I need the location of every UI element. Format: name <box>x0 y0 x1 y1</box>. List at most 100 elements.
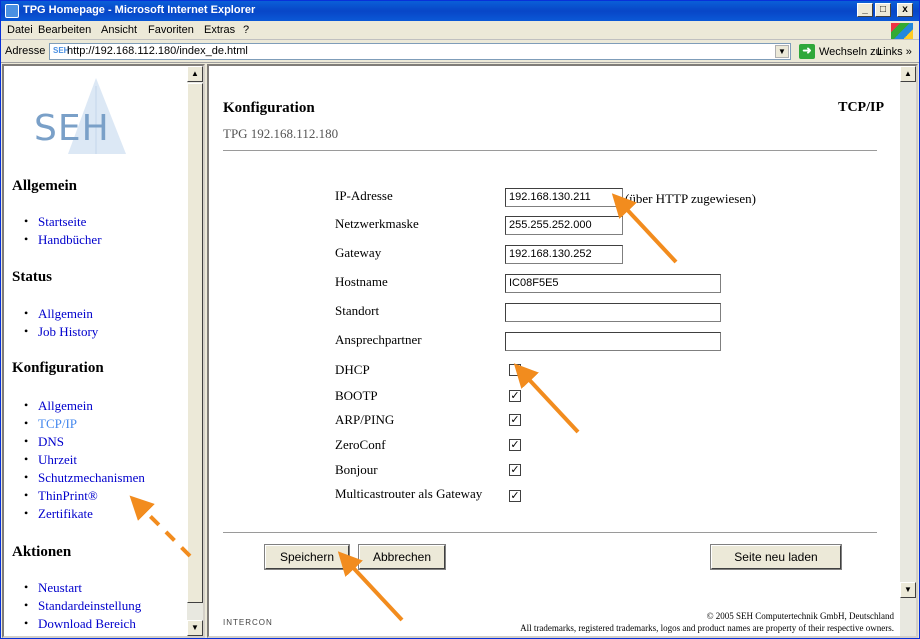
bullet-icon: • <box>24 506 29 520</box>
nav-link-dns[interactable]: DNS <box>38 434 64 450</box>
nav-section-allgemein: Allgemein <box>12 178 77 194</box>
nav-section-status: Status <box>12 269 53 285</box>
page-subtitle: TPG 192.168.112.180 <box>223 126 339 141</box>
address-dropdown-icon[interactable]: ▼ <box>775 45 789 58</box>
windows-logo-icon <box>891 23 913 39</box>
scroll-down-icon[interactable]: ▼ <box>187 620 203 636</box>
netmask-label: Netzwerkmaske <box>335 216 419 231</box>
nav-link-schutzmechanismen[interactable]: Schutzmechanismen <box>38 470 145 486</box>
cancel-button[interactable]: Abbrechen <box>358 544 446 570</box>
navigation-frame: SEH Allgemein • Startseite • Handbücher … <box>2 64 205 638</box>
ansprechpartner-label: Ansprechpartner <box>335 332 422 347</box>
scroll-up-icon[interactable]: ▲ <box>187 66 203 82</box>
bullet-icon: • <box>24 452 29 466</box>
menu-bearbeiten[interactable]: Bearbeiten <box>38 24 91 36</box>
nav-link-neustart[interactable]: Neustart <box>38 580 82 596</box>
ie-icon <box>5 4 19 18</box>
menu-extras[interactable]: Extras <box>204 24 235 36</box>
footer-copyright: © 2005 SEH Computertechnik GmbH, Deutsch… <box>706 611 894 621</box>
maximize-button[interactable]: □ <box>875 3 891 17</box>
hostname-input[interactable]: IC08F5E5 <box>505 274 721 293</box>
scroll-thumb[interactable] <box>187 83 203 603</box>
gateway-input[interactable]: 192.168.130.252 <box>505 245 623 264</box>
bullet-icon: • <box>24 580 29 594</box>
bullet-icon: • <box>24 470 29 484</box>
nav-link-download-bereich[interactable]: Download Bereich <box>38 616 136 632</box>
ip-address-label: IP-Adresse <box>335 188 393 203</box>
bullet-icon: • <box>24 416 29 430</box>
nav-link-zertifikate[interactable]: Zertifikate <box>38 506 93 522</box>
save-button[interactable]: Speichern <box>264 544 350 570</box>
bullet-icon: • <box>24 488 29 502</box>
page-title: Konfiguration <box>223 100 315 116</box>
bullet-icon: • <box>24 616 29 630</box>
bullet-icon: • <box>24 398 29 412</box>
nav-link-job-history[interactable]: Job History <box>38 324 98 340</box>
page-section-label: TCP/IP <box>838 100 884 115</box>
menu-datei[interactable]: Datei <box>7 24 33 36</box>
bullet-icon: • <box>24 306 29 320</box>
title-bar: TPG Homepage - Microsoft Internet Explor… <box>1 1 919 21</box>
multicastrouter-checkbox[interactable]: ✓ <box>509 490 521 502</box>
dhcp-checkbox[interactable] <box>509 364 521 376</box>
zeroconf-checkbox[interactable]: ✓ <box>509 439 521 451</box>
bootp-label: BOOTP <box>335 388 378 403</box>
nav-link-uhrzeit[interactable]: Uhrzeit <box>38 452 77 468</box>
ansprechpartner-input[interactable] <box>505 332 721 351</box>
bonjour-label: Bonjour <box>335 462 378 477</box>
nav-link-konfig-allgemein[interactable]: Allgemein <box>38 398 93 414</box>
zeroconf-label: ZeroConf <box>335 437 386 452</box>
links-button[interactable]: Links » <box>877 46 912 58</box>
bullet-icon: • <box>24 214 29 228</box>
netmask-input[interactable]: 255.255.252.000 <box>505 216 623 235</box>
footer-trademark: All trademarks, registered trademarks, l… <box>520 623 894 633</box>
bullet-icon: • <box>24 598 29 612</box>
arp-ping-label: ARP/PING <box>335 412 395 427</box>
divider <box>223 532 877 534</box>
content-frame: Konfiguration TPG 192.168.112.180 TCP/IP… <box>207 64 918 638</box>
bootp-checkbox[interactable]: ✓ <box>509 390 521 402</box>
nav-section-aktionen: Aktionen <box>12 544 72 560</box>
window-title: TPG Homepage - Microsoft Internet Explor… <box>23 4 256 16</box>
address-url: http://192.168.112.180/index_de.html <box>67 45 248 57</box>
ip-address-input[interactable]: 192.168.130.211 <box>505 188 623 207</box>
nav-section-konfiguration: Konfiguration <box>12 360 104 376</box>
intercon-logo: INTERCON <box>223 618 273 627</box>
go-arrow-icon[interactable]: ➜ <box>799 44 815 59</box>
nav-link-thinprint[interactable]: ThinPrint® <box>38 488 98 504</box>
nav-link-standardeinstellung[interactable]: Standardeinstellung <box>38 598 141 614</box>
nav-link-startseite[interactable]: Startseite <box>38 214 86 230</box>
hostname-label: Hostname <box>335 274 388 289</box>
dhcp-label: DHCP <box>335 362 370 377</box>
address-input[interactable]: SEH http://192.168.112.180/index_de.html… <box>49 43 791 60</box>
bullet-icon: • <box>24 232 29 246</box>
gateway-label: Gateway <box>335 245 382 260</box>
reload-button[interactable]: Seite neu laden <box>710 544 842 570</box>
bullet-icon: • <box>24 324 29 338</box>
scroll-down-icon[interactable]: ▼ <box>900 582 916 598</box>
bullet-icon: • <box>24 434 29 448</box>
standort-input[interactable] <box>505 303 721 322</box>
menu-help[interactable]: ? <box>243 24 249 36</box>
divider <box>223 150 877 152</box>
nav-link-tcpip[interactable]: TCP/IP <box>38 416 77 432</box>
arp-ping-checkbox[interactable]: ✓ <box>509 414 521 426</box>
go-button[interactable]: Wechseln zu <box>819 46 882 58</box>
address-bar: Adresse SEH http://192.168.112.180/index… <box>1 41 919 63</box>
scroll-up-icon[interactable]: ▲ <box>900 66 916 82</box>
address-label: Adresse <box>5 45 46 57</box>
nav-scrollbar[interactable]: ▲ ▼ <box>187 66 203 636</box>
standort-label: Standort <box>335 303 380 318</box>
minimize-button[interactable]: _ <box>857 3 873 17</box>
menu-ansicht[interactable]: Ansicht <box>101 24 137 36</box>
ip-address-note: (über HTTP zugewiesen) <box>625 191 756 206</box>
nav-link-handbuecher[interactable]: Handbücher <box>38 232 102 248</box>
seh-logo-text: SEH <box>34 108 110 149</box>
nav-link-status-allgemein[interactable]: Allgemein <box>38 306 93 322</box>
menu-bar: Datei Bearbeiten Ansicht Favoriten Extra… <box>1 22 919 40</box>
multicastrouter-label: Multicastrouter als Gateway <box>335 486 483 501</box>
close-button[interactable]: x <box>897 3 913 17</box>
menu-favoriten[interactable]: Favoriten <box>148 24 194 36</box>
bonjour-checkbox[interactable]: ✓ <box>509 464 521 476</box>
content-scrollbar[interactable]: ▲ ▼ <box>900 66 916 636</box>
